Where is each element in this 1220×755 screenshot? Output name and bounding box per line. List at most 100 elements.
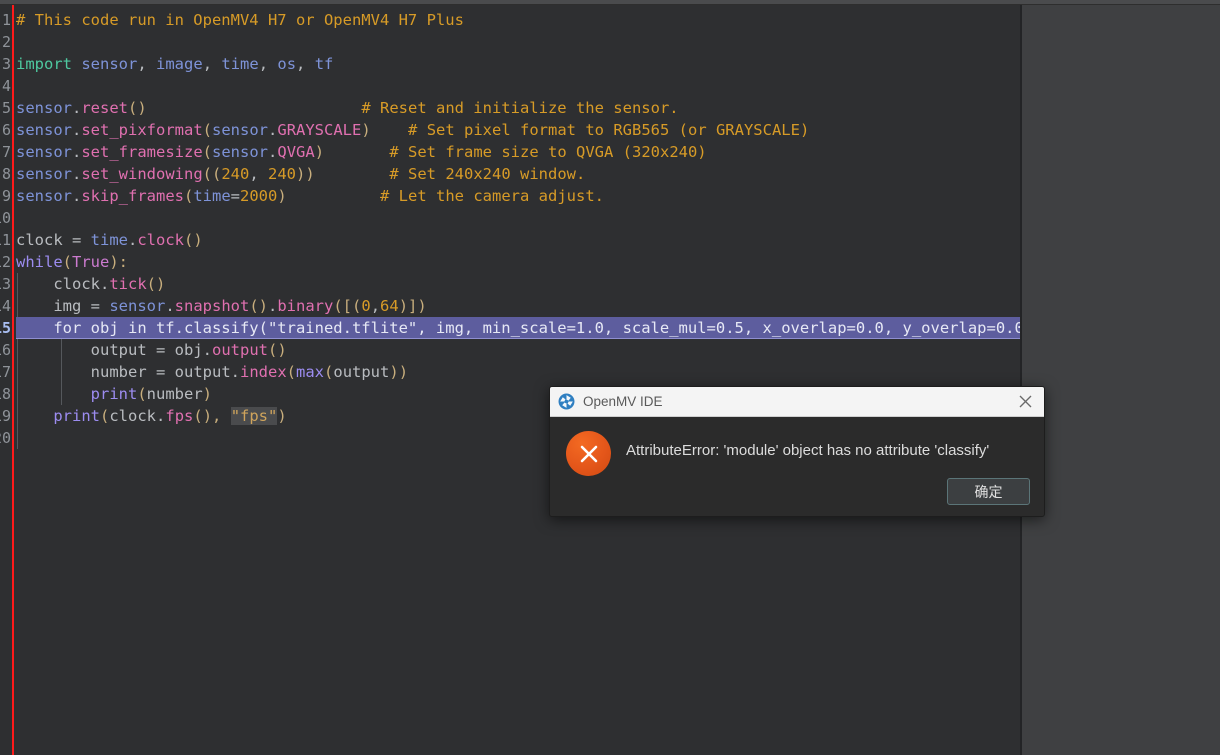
code-token: 240 — [268, 165, 297, 183]
code-token: number — [16, 363, 147, 381]
code-token: clock — [137, 231, 185, 249]
code-token: ): — [109, 253, 129, 271]
line-number: 8 — [1, 165, 11, 183]
code-line[interactable] — [16, 31, 1020, 53]
code-line[interactable]: clock = time.clock() — [16, 229, 1020, 251]
code-token: time — [193, 187, 231, 205]
openmv-aperture-logo-icon — [558, 393, 575, 410]
code-token: . — [72, 143, 82, 161]
code-token: 240 — [221, 165, 250, 183]
code-token: # Set 240x240 window. — [389, 165, 586, 183]
code-token: = — [230, 187, 241, 205]
code-token: . — [100, 275, 110, 293]
line-number: 3 — [1, 55, 11, 73]
code-token: ( — [100, 407, 110, 425]
code-token: sensor — [16, 121, 72, 139]
dialog-ok-button[interactable]: 确定 — [947, 478, 1030, 505]
line-number: 6 — [1, 121, 11, 139]
line-number: 1 — [1, 11, 11, 29]
line-number-column: 1234567891011121314151617181920 — [0, 5, 12, 449]
code-token: GRAYSCALE — [277, 121, 362, 139]
code-line[interactable]: clock.tick() — [16, 273, 1020, 295]
code-token: while — [16, 253, 63, 271]
code-line[interactable] — [16, 75, 1020, 97]
code-token: # Set frame size to QVGA (320x240) — [389, 143, 707, 161]
code-token: 0 — [361, 297, 371, 315]
code-line[interactable]: sensor.reset() # Reset and initialize th… — [16, 97, 1020, 119]
code-line[interactable]: output = obj.output() — [16, 339, 1020, 361]
code-token: binary — [277, 297, 334, 315]
code-token: , — [370, 297, 381, 315]
code-token: . — [72, 165, 82, 183]
code-token: , — [258, 55, 278, 73]
code-token: ( — [324, 363, 334, 381]
right-side-panel — [1022, 5, 1220, 755]
code-token: () — [184, 231, 203, 249]
code-token: import — [16, 55, 72, 73]
code-token: img — [16, 297, 82, 315]
code-line[interactable]: img = sensor.snapshot().binary([(0,64)]) — [16, 295, 1020, 317]
code-line[interactable]: while(True): — [16, 251, 1020, 273]
code-token: . — [268, 121, 278, 139]
code-line-selected[interactable]: for obj in tf.classify("trained.tflite",… — [16, 317, 1020, 339]
line-number: 17 — [0, 363, 11, 381]
code-token: ) — [277, 407, 287, 425]
code-token: tf — [314, 55, 334, 73]
error-dialog[interactable]: OpenMV IDE AttributeError: 'module' obje… — [549, 386, 1045, 517]
line-number: 16 — [0, 341, 11, 359]
code-editor-pane[interactable]: 1234567891011121314151617181920 # This c… — [0, 5, 1020, 755]
code-text-area[interactable]: # This code run in OpenMV4 H7 or OpenMV4… — [16, 5, 1020, 755]
code-line[interactable]: sensor.set_pixformat(sensor.GRAYSCALE) #… — [16, 119, 1020, 141]
code-line[interactable]: # This code run in OpenMV4 H7 or OpenMV4… — [16, 9, 1020, 31]
code-token: ( — [202, 143, 213, 161]
line-number: 13 — [0, 275, 11, 293]
code-token: (( — [202, 165, 222, 183]
code-token: number — [146, 385, 203, 403]
code-token: sensor — [16, 165, 72, 183]
code-line[interactable]: number = output.index(max(output)) — [16, 361, 1020, 383]
code-token: max — [296, 363, 325, 381]
code-line[interactable]: sensor.set_framesize(sensor.QVGA) # Set … — [16, 141, 1020, 163]
code-line[interactable]: sensor.skip_frames(time=2000) # Let the … — [16, 185, 1020, 207]
code-token: image — [156, 55, 203, 73]
code-token: ( — [62, 253, 73, 271]
code-token: , — [137, 55, 157, 73]
code-token: ( — [202, 121, 213, 139]
code-token: QVGA — [277, 143, 315, 161]
code-token: , — [296, 55, 315, 73]
line-number: 7 — [1, 143, 11, 161]
code-line[interactable] — [16, 207, 1020, 229]
line-number: 5 — [1, 99, 11, 117]
code-token: 64 — [380, 297, 399, 315]
code-token: () — [146, 275, 166, 293]
code-token: time — [221, 55, 259, 73]
code-token: os — [277, 55, 297, 73]
line-number: 4 — [1, 77, 11, 95]
code-line[interactable]: import sensor, image, time, os, tf — [16, 53, 1020, 75]
code-token: . — [268, 143, 278, 161]
code-token: ) — [202, 385, 213, 403]
close-icon[interactable] — [1012, 390, 1038, 414]
code-token: ( — [286, 363, 297, 381]
code-token: . — [202, 341, 212, 359]
code-token: = — [146, 341, 175, 359]
code-token: fps — [165, 407, 194, 425]
code-token: sensor — [16, 187, 72, 205]
code-token: sensor — [16, 143, 72, 161]
code-lines: # This code run in OpenMV4 H7 or OpenMV4… — [16, 9, 1020, 449]
code-token: ) — [277, 187, 287, 205]
code-token: set_windowing — [81, 165, 203, 183]
code-line[interactable]: sensor.set_windowing((240, 240)) # Set 2… — [16, 163, 1020, 185]
code-token: print — [90, 385, 138, 403]
code-token: output — [16, 341, 147, 359]
code-token: () — [128, 99, 147, 117]
code-token: # Let the camera adjust. — [380, 187, 604, 205]
dialog-titlebar[interactable]: OpenMV IDE — [550, 387, 1044, 417]
code-token: () — [268, 341, 287, 359]
code-token: ( — [184, 187, 194, 205]
